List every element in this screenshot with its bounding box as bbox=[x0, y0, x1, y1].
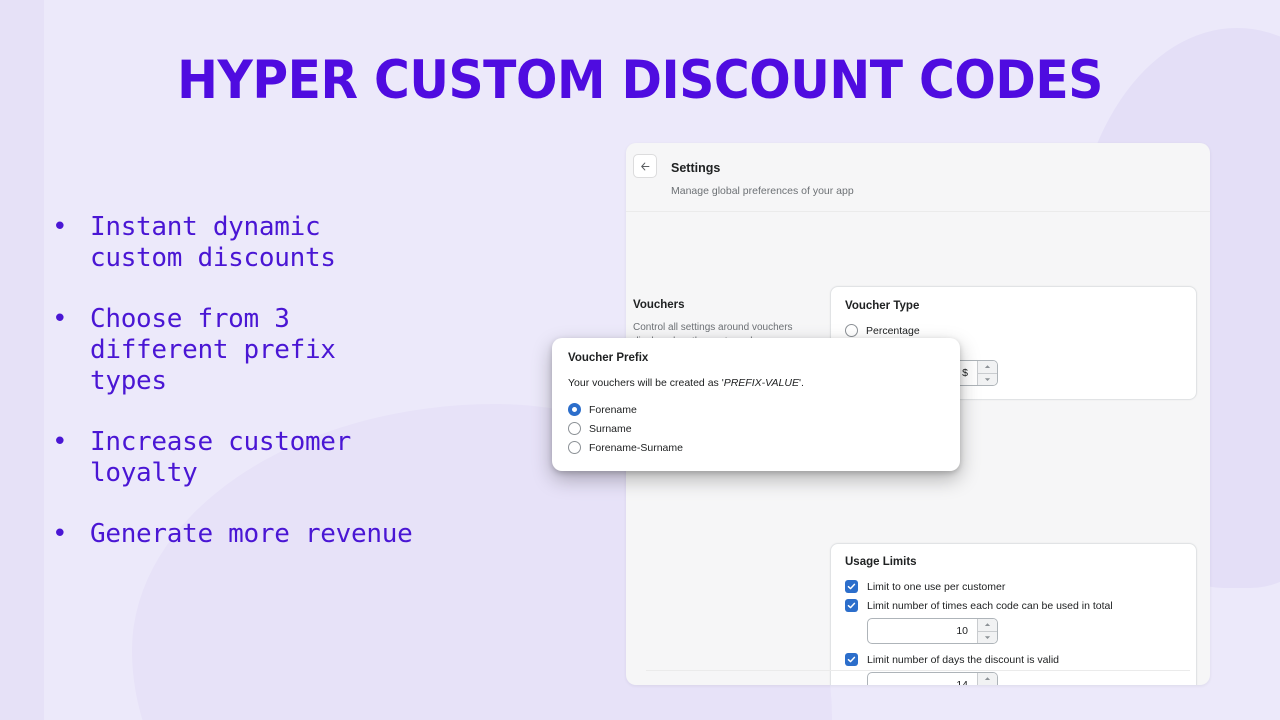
background-band-left bbox=[0, 0, 44, 720]
popover-description-token: PREFIX-VALUE bbox=[723, 377, 799, 389]
check-icon bbox=[845, 580, 858, 593]
caret-down-icon[interactable] bbox=[978, 632, 997, 644]
checkbox-total-uses[interactable]: Limit number of times each code can be u… bbox=[845, 599, 1182, 612]
stepper-buttons[interactable] bbox=[977, 361, 997, 385]
radio-option-percentage[interactable]: Percentage bbox=[845, 324, 1182, 337]
list-item-label: Generate more revenue bbox=[90, 519, 413, 549]
caret-up-icon[interactable] bbox=[978, 619, 997, 632]
caret-down-icon[interactable] bbox=[978, 374, 997, 386]
caret-up-icon[interactable] bbox=[978, 673, 997, 685]
radio-label: Forename bbox=[589, 403, 637, 416]
radio-option-surname[interactable]: Surname bbox=[568, 422, 944, 435]
checkbox-label: Limit number of days the discount is val… bbox=[867, 653, 1060, 666]
section-title: Vouchers bbox=[633, 299, 685, 311]
popover-title: Voucher Prefix bbox=[568, 352, 649, 364]
list-item: • Choose from 3 different prefix types bbox=[52, 304, 562, 397]
bullet-marker-icon: • bbox=[52, 427, 68, 457]
bullet-marker-icon: • bbox=[52, 304, 68, 334]
popover-description-prefix: Your vouchers will be created as ' bbox=[568, 377, 724, 389]
days-valid-input[interactable]: 14 bbox=[868, 673, 977, 685]
checkbox-days-valid[interactable]: Limit number of days the discount is val… bbox=[845, 653, 1182, 666]
list-item-label: Choose from 3 different prefix types bbox=[90, 304, 336, 396]
settings-subtitle: Manage global preferences of your app bbox=[671, 185, 854, 197]
page-title: HYPER CUSTOM DISCOUNT CODES bbox=[177, 50, 1103, 111]
voucher-type-title: Voucher Type bbox=[845, 300, 920, 312]
settings-header: Settings Manage global preferences of yo… bbox=[626, 143, 1210, 212]
settings-title: Settings bbox=[671, 161, 721, 175]
list-item-label: Instant dynamic custom discounts bbox=[90, 212, 336, 273]
radio-icon bbox=[568, 422, 581, 435]
total-uses-stepper[interactable]: 10 bbox=[867, 618, 998, 644]
popover-description-suffix: '. bbox=[798, 377, 804, 389]
bullet-marker-icon: • bbox=[52, 519, 68, 549]
checkbox-label: Limit to one use per customer bbox=[867, 580, 1006, 593]
prefix-options: Forename Surname Forename-Surname bbox=[568, 403, 944, 454]
radio-label: Surname bbox=[589, 422, 632, 435]
radio-option-forename-surname[interactable]: Forename-Surname bbox=[568, 441, 944, 454]
back-button[interactable] bbox=[633, 154, 657, 178]
usage-limits-title: Usage Limits bbox=[845, 556, 917, 568]
voucher-prefix-popover: Voucher Prefix Your vouchers will be cre… bbox=[552, 338, 960, 471]
list-item: • Increase customer loyalty bbox=[52, 427, 562, 489]
radio-icon-selected bbox=[568, 403, 581, 416]
bullet-marker-icon: • bbox=[52, 212, 68, 242]
card-footer-divider bbox=[646, 670, 1190, 671]
list-item: • Generate more revenue bbox=[52, 519, 562, 550]
radio-label: Percentage bbox=[866, 324, 920, 337]
list-item: • Instant dynamic custom discounts bbox=[52, 212, 562, 274]
list-item-label: Increase customer loyalty bbox=[90, 427, 352, 488]
total-uses-input[interactable]: 10 bbox=[868, 619, 977, 643]
usage-limits-panel: Usage Limits Limit to one use per custom… bbox=[830, 543, 1197, 685]
feature-bullet-list: • Instant dynamic custom discounts • Cho… bbox=[52, 212, 562, 580]
arrow-left-icon bbox=[640, 161, 651, 172]
days-valid-stepper[interactable]: 14 bbox=[867, 672, 998, 685]
stepper-buttons[interactable] bbox=[977, 619, 997, 643]
radio-label: Forename-Surname bbox=[589, 441, 683, 454]
radio-icon bbox=[845, 324, 858, 337]
check-icon bbox=[845, 653, 858, 666]
radio-icon bbox=[568, 441, 581, 454]
caret-up-icon[interactable] bbox=[978, 361, 997, 374]
check-icon bbox=[845, 599, 858, 612]
checkbox-label: Limit number of times each code can be u… bbox=[867, 599, 1113, 612]
popover-description: Your vouchers will be created as 'PREFIX… bbox=[568, 377, 944, 389]
checkbox-one-use-per-customer[interactable]: Limit to one use per customer bbox=[845, 580, 1182, 593]
stepper-buttons[interactable] bbox=[977, 673, 997, 685]
radio-option-forename[interactable]: Forename bbox=[568, 403, 944, 416]
slide-canvas: HYPER CUSTOM DISCOUNT CODES • Instant dy… bbox=[0, 0, 1280, 720]
